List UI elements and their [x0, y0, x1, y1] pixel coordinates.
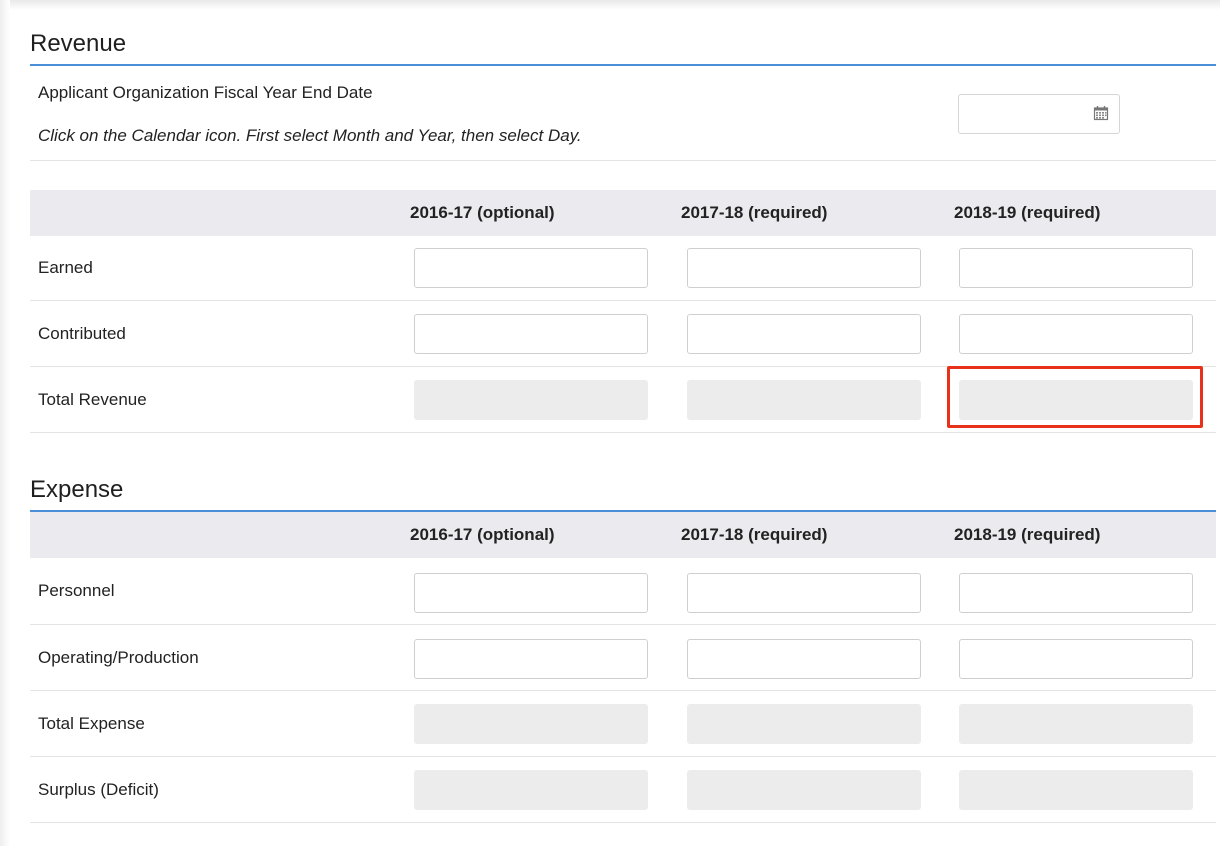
expense-section-title: Expense	[30, 476, 124, 503]
surplus-deficit-2017-18-field	[687, 770, 921, 810]
fiscal-year-end-date-field[interactable]	[958, 94, 1120, 134]
operating-production-2017-18-input[interactable]	[687, 639, 921, 679]
revenue-col-2018-19: 2018-19 (required)	[954, 203, 1101, 222]
surplus-deficit-row-divider	[30, 822, 1216, 823]
earned-label: Earned	[38, 258, 93, 277]
fiscal-year-end-label: Applicant Organization Fiscal Year End D…	[38, 83, 373, 102]
total-expense-2017-18-field	[687, 704, 921, 744]
earned-row-divider	[30, 300, 1216, 301]
expense-column-header-row: 2016-17 (optional) 2017-18 (required) 20…	[30, 512, 1216, 558]
contributed-2018-19-input[interactable]	[959, 314, 1193, 354]
surplus-deficit-label: Surplus (Deficit)	[38, 780, 159, 799]
fiscal-year-end-hint: Click on the Calendar icon. First select…	[38, 126, 582, 145]
expense-col-2016-17: 2016-17 (optional)	[410, 525, 555, 544]
fiscal-row-divider	[30, 160, 1216, 161]
personnel-label: Personnel	[38, 581, 115, 600]
contributed-label: Contributed	[38, 324, 126, 343]
operating-production-row-divider	[30, 690, 1216, 691]
revenue-section-title: Revenue	[30, 30, 127, 57]
revenue-col-2016-17: 2016-17 (optional)	[410, 203, 555, 222]
top-shadow	[0, 0, 1220, 10]
total-revenue-label: Total Revenue	[38, 390, 147, 409]
total-expense-label: Total Expense	[38, 714, 145, 733]
revenue-column-header-row: 2016-17 (optional) 2017-18 (required) 20…	[30, 190, 1216, 236]
contributed-2017-18-input[interactable]	[687, 314, 921, 354]
total-expense-2016-17-field	[414, 704, 648, 744]
total-revenue-2017-18-field	[687, 380, 921, 420]
total-expense-row-divider	[30, 756, 1216, 757]
total-expense-2018-19-field	[959, 704, 1193, 744]
revenue-title-rule	[30, 64, 1216, 66]
contributed-2016-17-input[interactable]	[414, 314, 648, 354]
operating-production-2018-19-input[interactable]	[959, 639, 1193, 679]
left-shadow	[0, 0, 10, 846]
personnel-2016-17-input[interactable]	[414, 573, 648, 613]
total-revenue-row-divider	[30, 432, 1216, 433]
surplus-deficit-2016-17-field	[414, 770, 648, 810]
personnel-2017-18-input[interactable]	[687, 573, 921, 613]
operating-production-label: Operating/Production	[38, 648, 199, 667]
earned-2016-17-input[interactable]	[414, 248, 648, 288]
earned-2018-19-input[interactable]	[959, 248, 1193, 288]
total-revenue-2016-17-field	[414, 380, 648, 420]
personnel-2018-19-input[interactable]	[959, 573, 1193, 613]
surplus-deficit-2018-19-field	[959, 770, 1193, 810]
highlight-box	[947, 366, 1203, 428]
expense-col-2018-19: 2018-19 (required)	[954, 525, 1101, 544]
calendar-icon[interactable]	[1093, 105, 1109, 121]
expense-col-2017-18: 2017-18 (required)	[681, 525, 828, 544]
revenue-col-2017-18: 2017-18 (required)	[681, 203, 828, 222]
earned-2017-18-input[interactable]	[687, 248, 921, 288]
operating-production-2016-17-input[interactable]	[414, 639, 648, 679]
financial-form-page: Revenue Applicant Organization Fiscal Ye…	[0, 0, 1220, 846]
personnel-row-divider	[30, 624, 1216, 625]
